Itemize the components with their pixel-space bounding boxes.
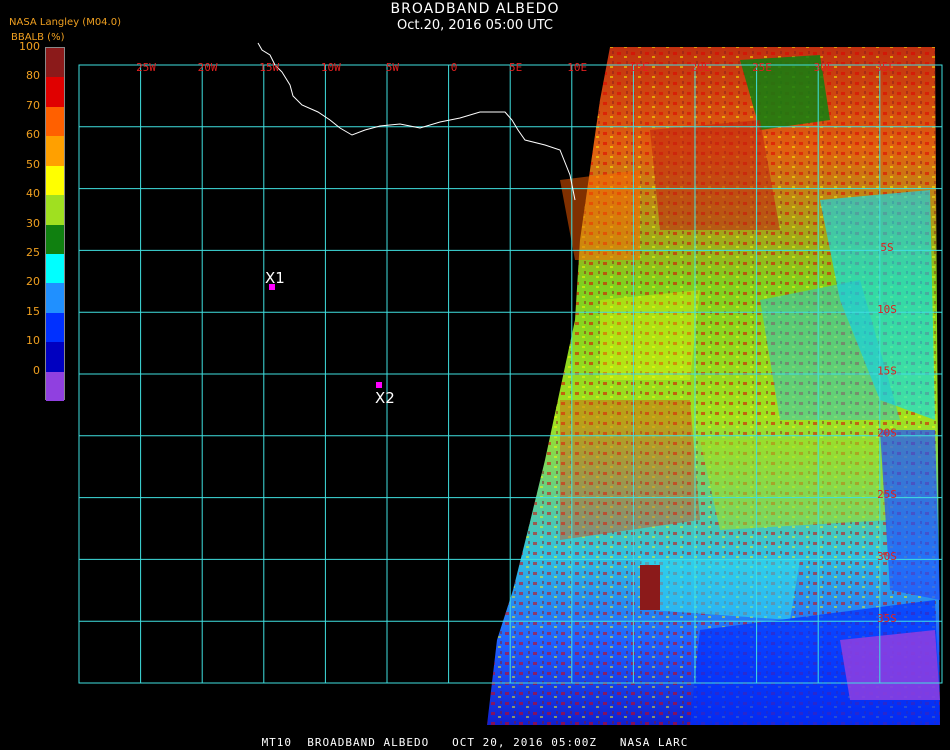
latitude-label: 30S (877, 550, 897, 563)
longitude-label: 35E (875, 61, 895, 74)
latitude-label: 5S (880, 241, 893, 254)
latitude-label: 25S (877, 488, 897, 501)
longitude-label: 5W (386, 61, 400, 74)
longitude-label: 25E (752, 61, 772, 74)
longitude-label: 0 (451, 61, 458, 74)
longitude-label: 5E (509, 61, 522, 74)
footer-caption: MT10 BROADBAND ALBEDO OCT 20, 2016 05:00… (261, 736, 689, 749)
longitude-label: 20W (198, 61, 218, 74)
longitude-label: 15W (259, 61, 279, 74)
coastline (257, 42, 576, 201)
site-label-x2: X2 (375, 389, 395, 407)
longitude-label: 10W (321, 61, 341, 74)
longitude-label: 10E (567, 61, 587, 74)
latitude-label: 20S (877, 426, 897, 439)
latitude-label: 15S (877, 365, 897, 378)
longitude-label: 30E (814, 61, 834, 74)
albedo-map: 25W 20W 15W 10W 5W 0 5E 10E 15E 20E 25E 30E 35E 5S 10… (78, 42, 943, 725)
longitude-label: 20E (690, 61, 710, 74)
latitude-label: 10S (877, 303, 897, 316)
longitude-label: 15E (629, 61, 649, 74)
longitude-label: 25W (136, 61, 156, 74)
site-label-x1: X1 (265, 269, 285, 287)
site-marker-x2[interactable] (376, 382, 382, 388)
latitude-label: 35S (877, 612, 897, 625)
site-markers: X1 X2 (265, 269, 395, 407)
